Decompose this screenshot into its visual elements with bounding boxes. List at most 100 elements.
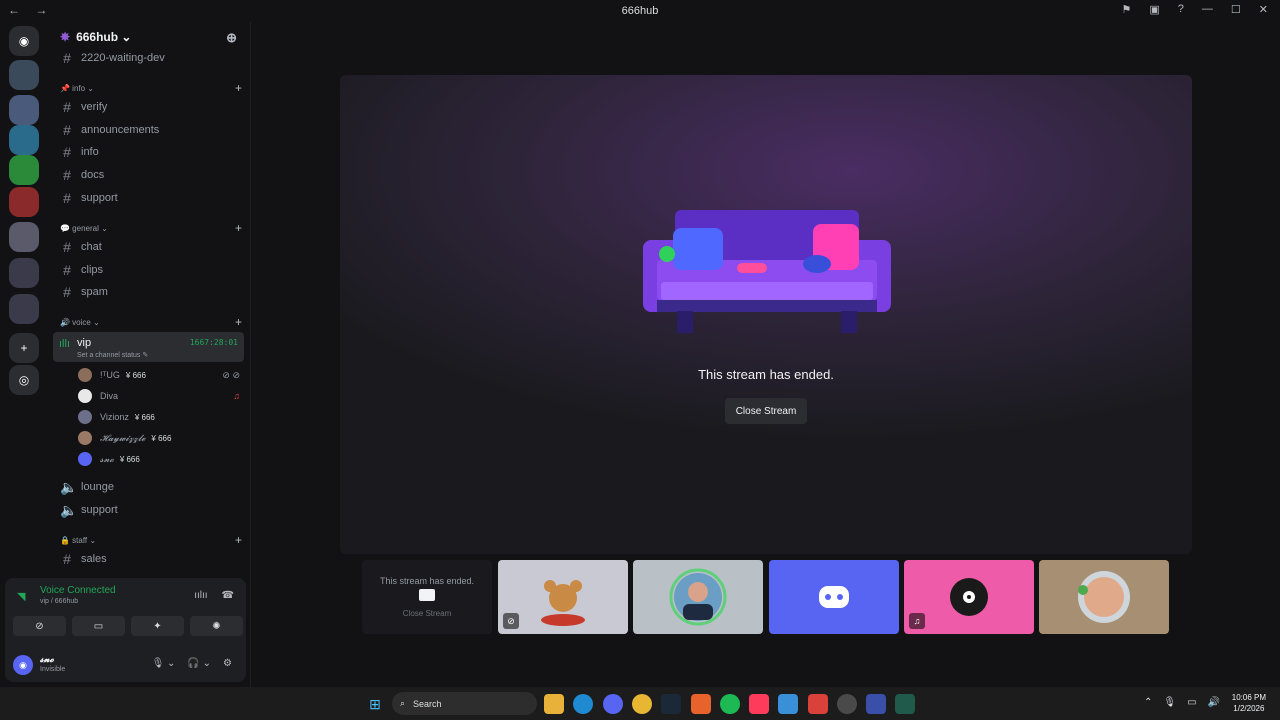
channel-chat[interactable]: # chat bbox=[56, 237, 244, 257]
participant-tile[interactable]: ⊘ bbox=[498, 560, 628, 634]
search-icon: ⌕ bbox=[400, 698, 406, 708]
headphones-icon[interactable]: 🎧 ⌄ bbox=[187, 658, 211, 669]
headphones-off-icon: ♫ bbox=[909, 613, 925, 629]
participant-tile[interactable]: ♫ bbox=[904, 560, 1034, 634]
server-folder-icon[interactable] bbox=[9, 222, 39, 252]
voice-user[interactable]: Diva ♫ bbox=[78, 387, 244, 405]
stream-ended-tile[interactable]: This stream has ended. Close Stream bbox=[362, 560, 492, 634]
microphone-icon[interactable]: 🎙 bbox=[1163, 697, 1176, 708]
invite-icon[interactable]: ⊕ bbox=[226, 30, 237, 46]
voice-user[interactable]: 𝓗𝓪𝔂𝔀𝓲𝔃𝔃𝓵𝓮 ¥ 666 bbox=[78, 429, 244, 447]
app-icon[interactable] bbox=[691, 694, 711, 714]
microphone-icon[interactable]: 🎙 ⌄ bbox=[152, 658, 176, 669]
voice-channel-support[interactable]: 🔈 support bbox=[56, 500, 244, 520]
voice-channel-path[interactable]: vip / 666hub bbox=[40, 598, 78, 605]
volume-icon[interactable]: 🔊 bbox=[1208, 697, 1220, 708]
soundboard-button[interactable]: ✺ bbox=[190, 616, 243, 636]
camera-off-button[interactable]: ⊘ bbox=[13, 616, 66, 636]
channel-item[interactable]: #2220-waiting-dev bbox=[56, 48, 244, 68]
server-icon[interactable] bbox=[9, 95, 39, 125]
tiktok-icon[interactable] bbox=[749, 694, 769, 714]
network-icon[interactable]: ▭ bbox=[1187, 697, 1196, 708]
channel-announcements[interactable]: # announcements bbox=[56, 120, 244, 140]
camera-off-icon: ⊘ bbox=[503, 613, 519, 629]
inbox-icon[interactable]: ▣ bbox=[1149, 3, 1159, 16]
server-folder-icon[interactable] bbox=[9, 294, 39, 324]
app-icon[interactable] bbox=[866, 694, 886, 714]
category-staff[interactable]: 🔒 staff ⌄ + bbox=[60, 533, 242, 547]
steam-icon[interactable] bbox=[661, 694, 681, 714]
flag-icon[interactable]: ⚑ bbox=[1122, 3, 1132, 16]
add-server-icon[interactable]: + bbox=[9, 333, 39, 363]
hash-icon: # bbox=[63, 190, 71, 206]
add-channel-icon[interactable]: + bbox=[235, 533, 242, 547]
hash-icon: # bbox=[63, 50, 71, 66]
participant-tile[interactable] bbox=[1039, 560, 1169, 634]
participant-tile[interactable] bbox=[633, 560, 763, 634]
channel-spam[interactable]: # spam bbox=[56, 282, 244, 302]
speaker-icon: 🔈 bbox=[60, 501, 78, 518]
add-channel-icon[interactable]: + bbox=[235, 81, 242, 95]
maximize-icon[interactable]: ☐ bbox=[1231, 3, 1241, 16]
tray-chevron-icon[interactable]: ⌃ bbox=[1144, 697, 1152, 708]
channel-docs[interactable]: # docs bbox=[56, 165, 244, 185]
screen-share-button[interactable]: ▭ bbox=[72, 616, 125, 636]
close-stream-link[interactable]: Close Stream bbox=[362, 609, 492, 618]
window-controls: ⚑ ▣ ? — ☐ ✕ bbox=[1122, 3, 1269, 16]
voice-channel-lounge[interactable]: 🔈 lounge bbox=[56, 477, 244, 497]
window-title: 666hub bbox=[621, 5, 659, 17]
app-icon[interactable] bbox=[632, 694, 652, 714]
app-icon[interactable] bbox=[895, 694, 915, 714]
taskbar-search[interactable]: ⌕ Search bbox=[392, 692, 537, 715]
app-icon[interactable] bbox=[778, 694, 798, 714]
chrome-icon[interactable] bbox=[837, 694, 857, 714]
category-general[interactable]: 💬 general ⌄ + bbox=[60, 221, 242, 235]
avatar[interactable]: ◉ bbox=[13, 655, 33, 675]
server-icon[interactable] bbox=[9, 155, 39, 185]
discord-taskbar-icon[interactable] bbox=[603, 694, 623, 714]
file-explorer-icon[interactable] bbox=[544, 694, 564, 714]
taskbar-clock[interactable]: 10:06 PM 1/2/2026 bbox=[1232, 692, 1266, 714]
windows-start-icon[interactable]: ⊞ bbox=[365, 694, 385, 714]
discord-home-icon[interactable]: ◉ bbox=[9, 26, 39, 56]
settings-icon[interactable]: ⚙ bbox=[223, 658, 232, 669]
channel-status[interactable]: Set a channel status ✎ bbox=[77, 351, 148, 359]
noise-suppression-icon[interactable]: ıılıı bbox=[194, 590, 207, 601]
add-channel-icon[interactable]: + bbox=[235, 315, 242, 329]
channel-support[interactable]: # support bbox=[56, 188, 244, 208]
stream-stage: This stream has ended. Close Stream bbox=[340, 75, 1192, 554]
voice-user[interactable]: 𝓼𝓷𝓸 ¥ 666 bbox=[78, 450, 244, 468]
category-info[interactable]: 📌 info ⌄ + bbox=[60, 81, 242, 95]
hash-icon: # bbox=[63, 144, 71, 160]
spotify-icon[interactable] bbox=[720, 694, 740, 714]
voice-status[interactable]: Voice Connected bbox=[40, 585, 116, 596]
signal-icon[interactable]: ◥ bbox=[17, 590, 25, 603]
add-channel-icon[interactable]: + bbox=[235, 221, 242, 235]
app-icon[interactable] bbox=[808, 694, 828, 714]
voice-channel-vip[interactable]: ıllı vip Set a channel status ✎ 1667:28:… bbox=[53, 332, 244, 362]
discover-icon[interactable]: ◎ bbox=[9, 365, 39, 395]
activities-button[interactable]: ✦ bbox=[131, 616, 184, 636]
voice-user[interactable]: !ᵀUG ¥ 666 ⊘ ⊘ bbox=[78, 366, 244, 384]
server-icon[interactable] bbox=[9, 125, 39, 155]
hash-icon: # bbox=[63, 122, 71, 138]
channel-info[interactable]: # info bbox=[56, 142, 244, 162]
close-icon[interactable]: ✕ bbox=[1259, 3, 1268, 16]
channel-verify[interactable]: # verify bbox=[56, 97, 244, 117]
help-icon[interactable]: ? bbox=[1178, 3, 1184, 16]
channel-sales[interactable]: # sales bbox=[56, 549, 244, 569]
close-stream-button[interactable]: Close Stream bbox=[725, 398, 807, 424]
windows-taskbar: ⊞ ⌕ Search ⌃ 🎙 ▭ 🔊 10:06 PM 1/2/2026 bbox=[0, 687, 1280, 720]
voice-user[interactable]: Vizionz ¥ 666 bbox=[78, 408, 244, 426]
disconnect-icon[interactable]: ☎ bbox=[222, 590, 234, 601]
server-folder-icon[interactable] bbox=[9, 258, 39, 288]
channel-clips[interactable]: # clips bbox=[56, 260, 244, 280]
server-icon[interactable] bbox=[9, 187, 39, 217]
minimize-icon[interactable]: — bbox=[1202, 3, 1213, 16]
system-tray: ⌃ 🎙 ▭ 🔊 bbox=[1144, 697, 1220, 708]
server-icon[interactable] bbox=[9, 60, 39, 90]
hash-icon: # bbox=[63, 551, 71, 567]
participant-tile[interactable] bbox=[769, 560, 899, 634]
category-voice[interactable]: 🔊 voice ⌄ + bbox=[60, 315, 242, 329]
edge-icon[interactable] bbox=[573, 694, 593, 714]
